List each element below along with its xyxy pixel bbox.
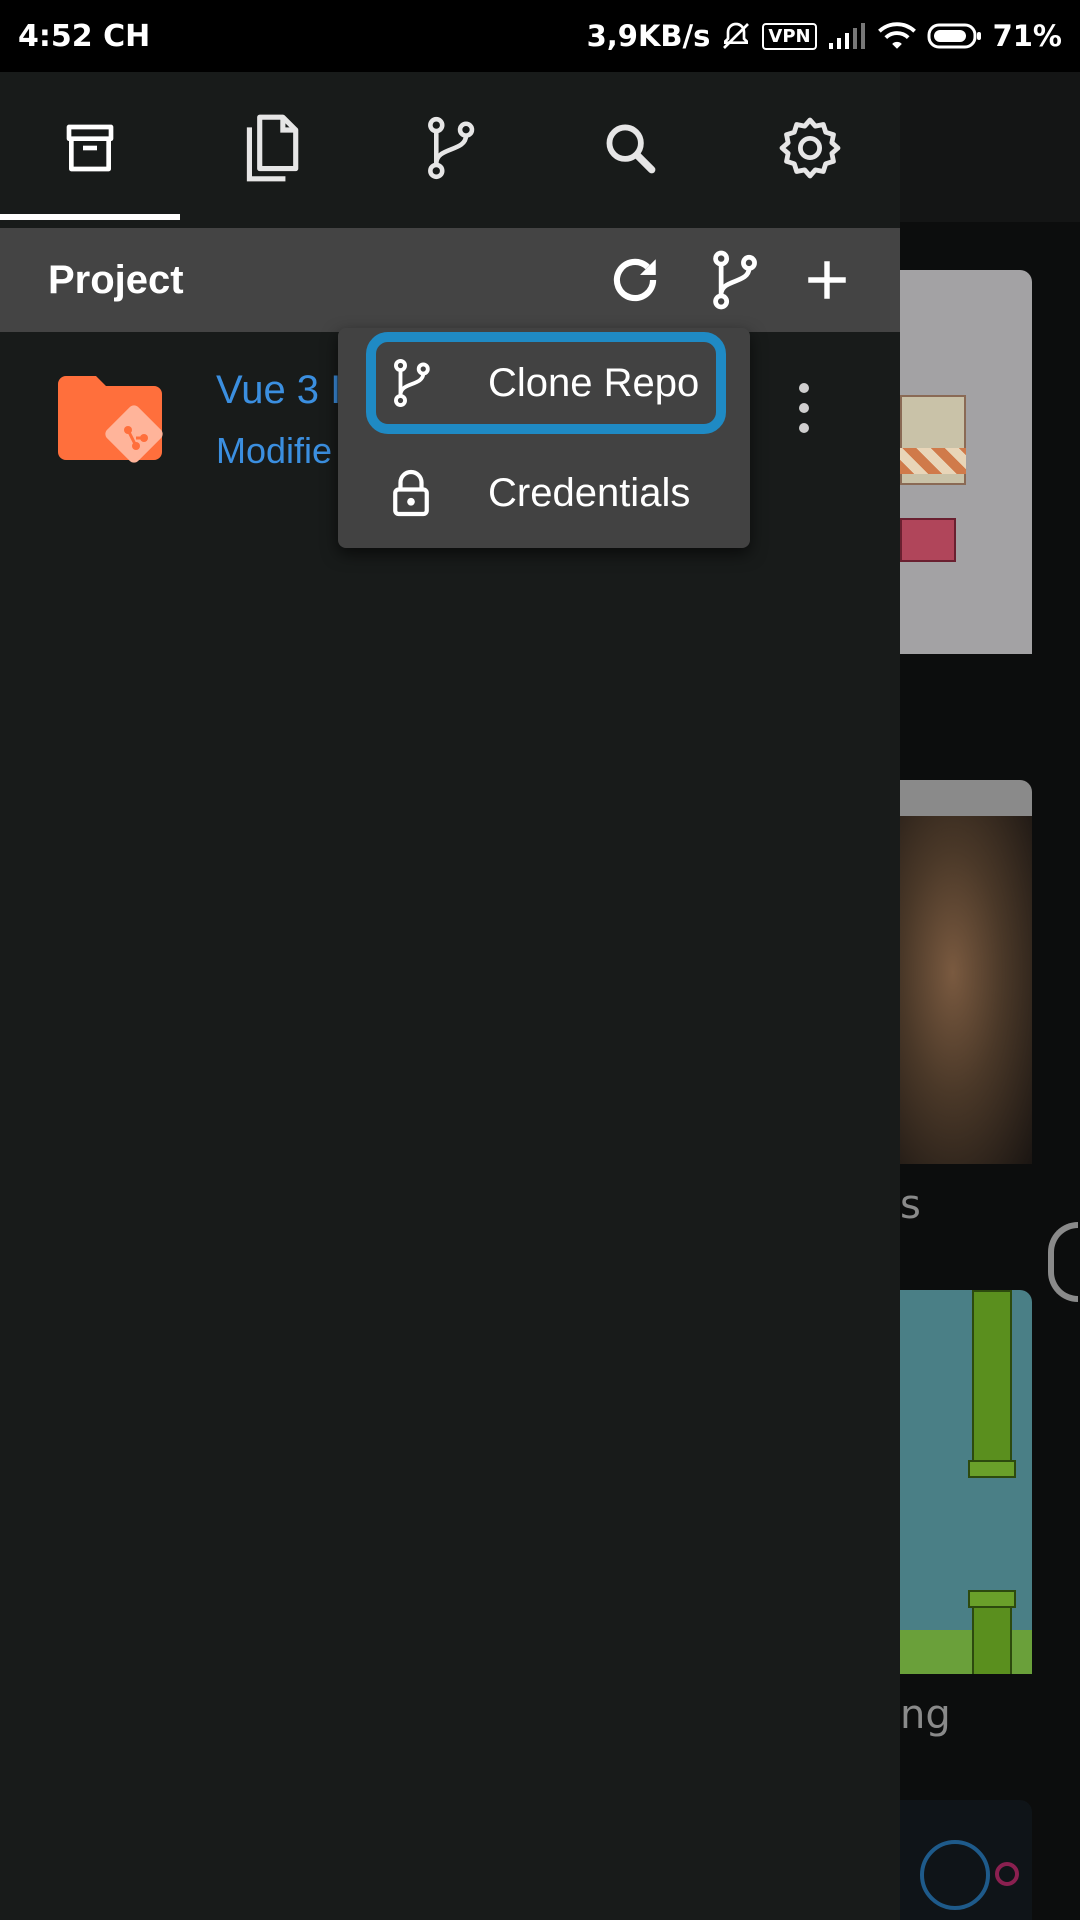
settings-icon [778,116,842,184]
battery-icon [927,21,983,51]
status-time: 4:52 CH [18,18,151,54]
background-text: s [900,1182,921,1228]
tab-settings[interactable] [720,72,900,228]
background-text: ng [900,1692,951,1738]
project-name: Vue 3 I [216,368,342,412]
add-button[interactable] [802,255,852,305]
vpn-badge: VPN [762,22,817,50]
menu-item-credentials[interactable]: Credentials [338,438,750,548]
git-branch-icon [713,250,757,310]
menu-item-clone-repo[interactable]: Clone Repo [338,328,750,438]
add-icon [808,261,846,299]
background-topbar [900,72,1080,222]
network-speed: 3,9KB/s [586,19,711,53]
git-folder-icon [58,376,170,476]
background-card-thumbnail [900,270,1032,654]
status-icons: 3,9KB/s VPN 71% [587,19,1062,53]
refresh-button[interactable] [604,249,666,311]
status-bar: 4:52 CH 3,9KB/s VPN 71% [0,0,1080,72]
archive-icon [62,120,118,180]
tab-git[interactable] [360,72,540,228]
signal-icon [827,21,867,51]
wifi-icon [877,20,917,52]
tab-projects[interactable] [0,72,180,228]
background-edge-handle [1048,1222,1078,1302]
more-options-icon[interactable] [790,380,818,440]
files-icon [239,112,301,188]
lock-icon [390,468,432,518]
background-card-partial [900,1800,1032,1920]
background-card-game [900,1290,1032,1674]
search-icon [601,119,659,181]
tab-search[interactable] [540,72,720,228]
background-app: s ng [900,72,1080,1920]
project-subtitle: Modifie [216,430,333,471]
background-card-photo [900,780,1032,1164]
tab-files[interactable] [180,72,360,228]
git-branch-icon [390,357,432,409]
drawer-tabs [0,72,900,228]
git-branch-icon [422,116,478,184]
battery-percent: 71% [992,19,1062,53]
refresh-icon [613,258,657,302]
menu-item-label: Credentials [488,470,691,515]
git-branch-button[interactable] [708,250,760,310]
menu-item-label: Clone Repo [488,360,700,405]
project-header: Project [0,228,900,332]
page-title: Project [48,257,184,302]
bell-off-icon [720,20,752,52]
header-actions [604,249,852,311]
popup-menu: Clone Repo Credentials [338,328,750,548]
